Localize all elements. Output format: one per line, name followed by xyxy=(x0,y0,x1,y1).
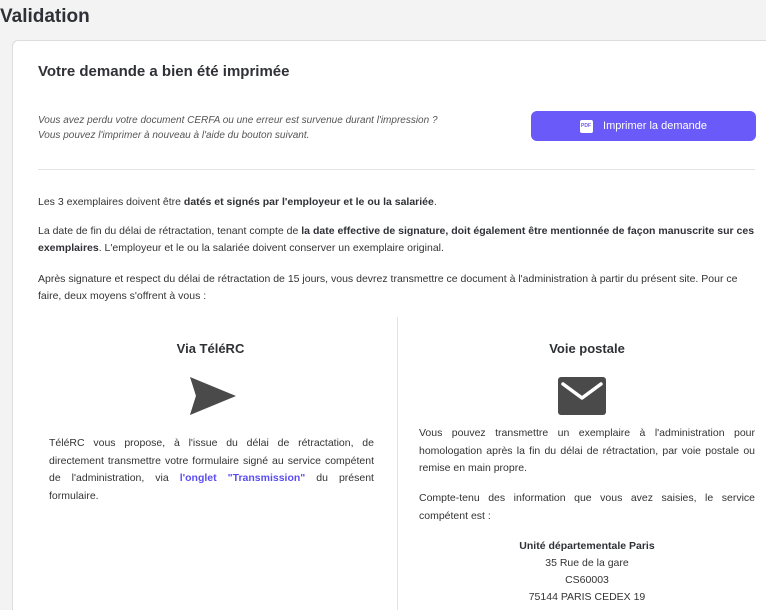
print-request-button[interactable]: Imprimer la demande xyxy=(531,111,756,141)
mail-icon xyxy=(558,377,606,420)
telerc-description: TéléRC vous propose, à l'issue du délai … xyxy=(49,435,374,505)
paragraph-text: La date de fin du délai de rétractation,… xyxy=(38,225,302,237)
postal-service-intro: Compte-tenu des information que vous ave… xyxy=(419,492,755,522)
card-title: Votre demande a bien été imprimée xyxy=(38,63,290,80)
paragraph-text: . xyxy=(433,196,437,208)
transmission-tab-link[interactable]: l'onglet "Transmission" xyxy=(180,472,306,484)
address-line: CS60003 xyxy=(565,574,609,586)
paragraph-transmission: Après signature et respect du délai de r… xyxy=(38,273,738,302)
send-icon xyxy=(188,375,238,422)
notice-line-1: Vous avez perdu votre document CERFA ou … xyxy=(38,115,438,126)
pdf-icon xyxy=(580,119,594,133)
print-button-label: Imprimer la demande xyxy=(603,120,707,132)
postal-description: Vous pouvez transmettre un exemplaire à … xyxy=(419,427,755,474)
notice-line-2: Vous pouvez l'imprimer à nouveau à l'aid… xyxy=(38,130,310,141)
service-name: Unité départementale Paris xyxy=(519,540,655,552)
paragraph-text: . L'employeur et le ou la salariée doive… xyxy=(98,242,444,254)
paragraph-signature: Les 3 exemplaires doivent être datés et … xyxy=(38,194,755,211)
column-divider xyxy=(397,317,398,610)
divider xyxy=(38,169,755,170)
reprint-notice: Vous avez perdu votre document CERFA ou … xyxy=(38,113,438,143)
paragraph-text: Les 3 exemplaires doivent être xyxy=(38,196,184,208)
page-title: Validation xyxy=(0,6,90,27)
service-address: Unité départementale Paris 35 Rue de la … xyxy=(419,538,755,606)
paragraph-emphasis: datés et signés par l'employeur et le ou… xyxy=(183,196,434,208)
validation-card: Votre demande a bien été imprimée Vous a… xyxy=(12,40,766,610)
paragraph-retraction-date: La date de fin du délai de rétractation,… xyxy=(38,223,755,257)
telerc-title: Via TéléRC xyxy=(176,341,245,356)
address-line: 35 Rue de la gare xyxy=(545,557,629,569)
postal-title: Voie postale xyxy=(549,341,625,356)
address-line: 75144 PARIS CEDEX 19 xyxy=(528,591,646,603)
